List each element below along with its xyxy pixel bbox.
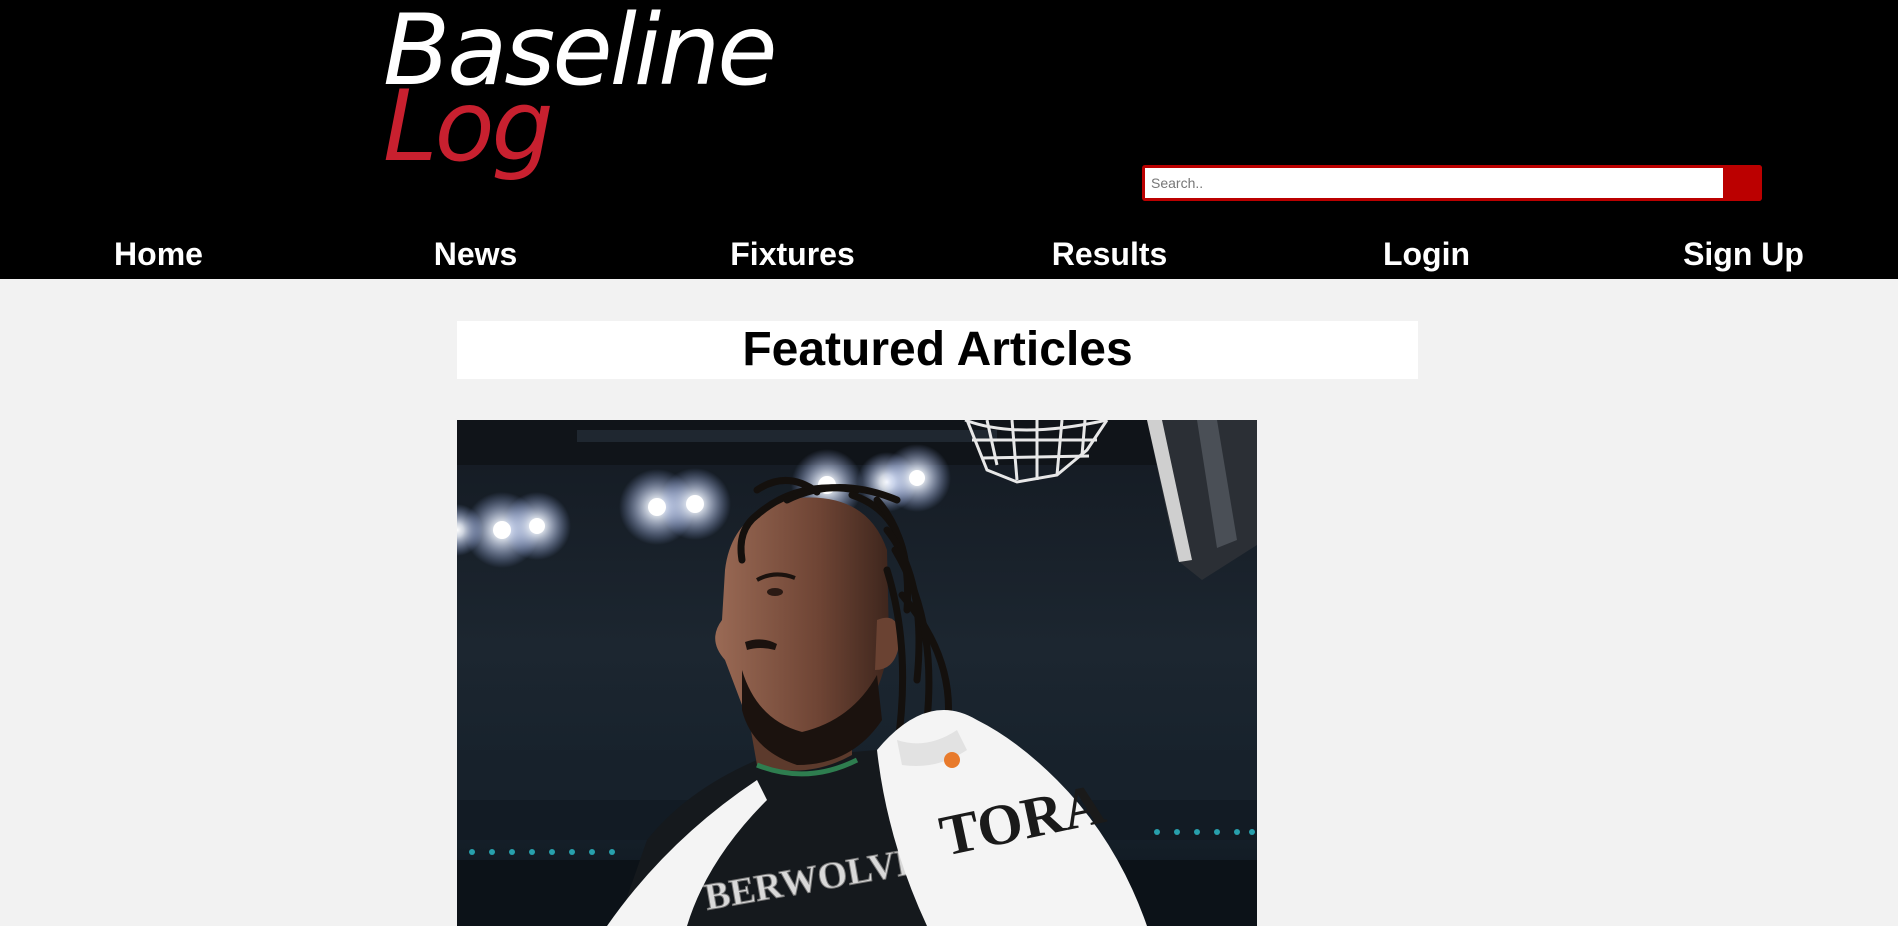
featured-articles-heading: Featured Articles: [457, 321, 1418, 379]
search-input[interactable]: [1145, 168, 1723, 198]
nav-fixtures[interactable]: Fixtures: [634, 230, 951, 279]
search-bar: [1142, 165, 1762, 201]
site-logo[interactable]: Baseline Log: [383, 2, 833, 192]
featured-article-image[interactable]: BERWOLVES TORA: [457, 420, 1257, 926]
nav-home[interactable]: Home: [0, 230, 317, 279]
nav-results[interactable]: Results: [951, 230, 1268, 279]
main-nav: Home News Fixtures Results Login Sign Up: [0, 230, 1898, 279]
nav-sign-up[interactable]: Sign Up: [1585, 230, 1898, 279]
nav-login[interactable]: Login: [1268, 230, 1585, 279]
search-button[interactable]: [1724, 165, 1762, 201]
logo-word-log: Log: [383, 70, 554, 184]
nav-news[interactable]: News: [317, 230, 634, 279]
site-header: Baseline Log Home News Fixtures Results …: [0, 0, 1898, 279]
